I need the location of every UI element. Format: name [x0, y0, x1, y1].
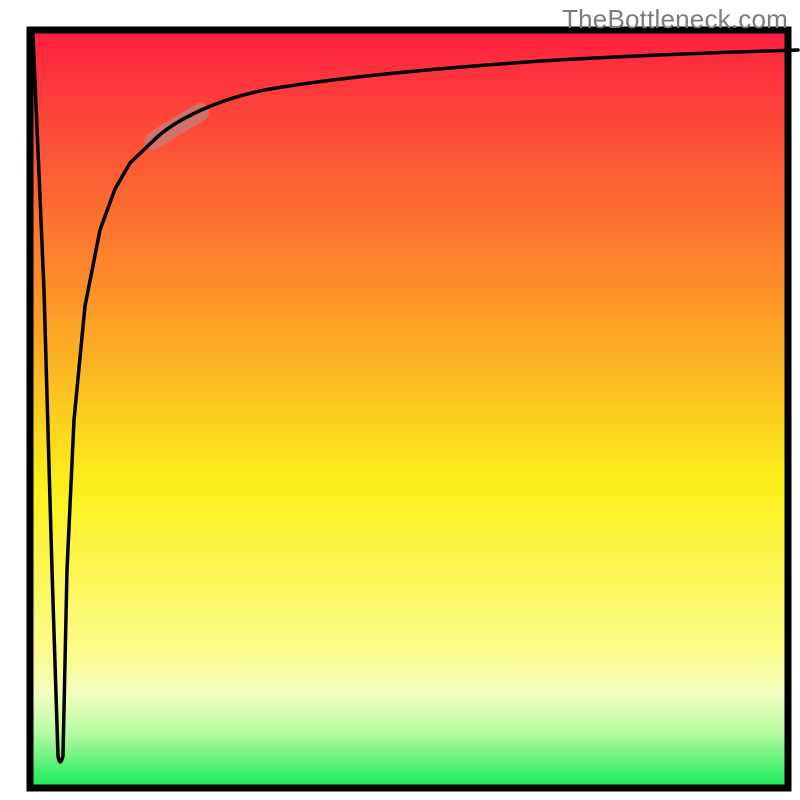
- watermark-text: TheBottleneck.com: [562, 4, 788, 35]
- chart-svg: [0, 0, 800, 800]
- chart-container: TheBottleneck.com: [0, 0, 800, 800]
